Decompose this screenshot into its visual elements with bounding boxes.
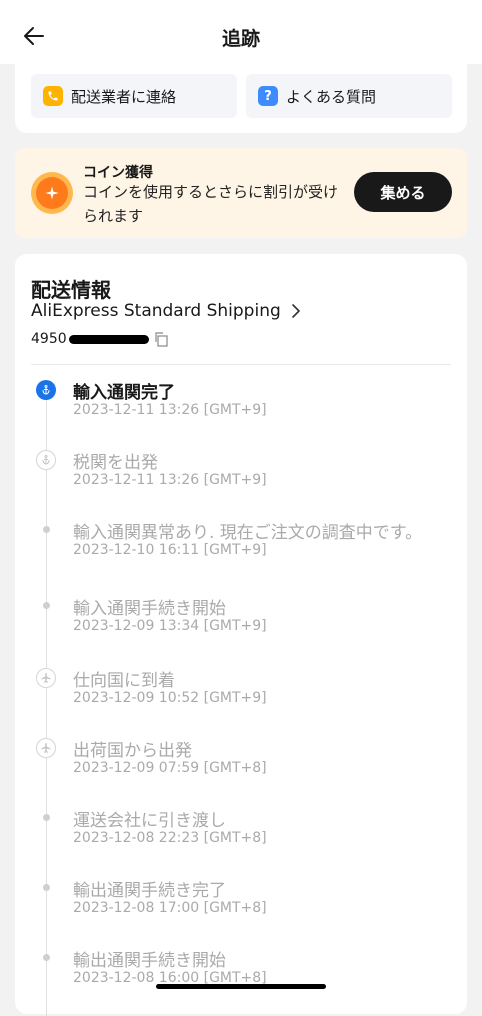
- event-time: 2023-12-08 22:23 [GMT+8]: [73, 830, 267, 846]
- event-time: 2023-12-11 13:26 [GMT+9]: [73, 402, 267, 418]
- event-time: 2023-12-09 13:34 [GMT+9]: [73, 618, 267, 634]
- top-bar: 追跡: [0, 0, 482, 64]
- tracking-prefix: 4950: [31, 331, 67, 347]
- faq-label: よくある質問: [286, 87, 377, 106]
- event-time: 2023-12-10 16:11 [GMT+9]: [73, 542, 267, 558]
- shipping-title: 配送情報: [31, 278, 111, 302]
- copy-icon[interactable]: [153, 331, 169, 347]
- event-title: 輸入通関手続き開始: [73, 599, 226, 619]
- contact-carrier-label: 配送業者に連絡: [71, 87, 177, 106]
- timeline-line: [46, 396, 47, 1016]
- timeline-dot: [43, 602, 50, 609]
- anchor-icon: [36, 450, 56, 470]
- coin-title: コイン獲得: [83, 165, 153, 181]
- event-title: 輸入通関完了: [73, 383, 175, 403]
- phone-icon: [43, 86, 63, 106]
- shipping-method-name: AliExpress Standard Shipping: [31, 301, 281, 321]
- page-title: 追跡: [221, 28, 260, 50]
- redacted-tracking: [68, 334, 149, 344]
- collect-coins-button[interactable]: 集める: [354, 172, 452, 212]
- shipping-method-link[interactable]: AliExpress Standard Shipping: [31, 301, 301, 321]
- coin-banner: コイン獲得 コインを使用するとさらに割引が受けられます 集める: [15, 148, 467, 238]
- plane-icon: [36, 738, 56, 758]
- coin-icon: [31, 172, 73, 214]
- anchor-icon: [36, 380, 56, 400]
- help-card: 配送業者に連絡 ? よくある質問: [15, 56, 467, 133]
- contact-carrier-button[interactable]: 配送業者に連絡: [31, 74, 237, 118]
- question-icon: ?: [258, 86, 278, 106]
- tracking-number: 4950: [31, 328, 169, 350]
- event-title: 輸出通関手続き完了: [73, 881, 226, 901]
- event-title: 輸入通関異常あり. 現在ご注文の調査中です。: [73, 523, 423, 543]
- event-time: 2023-12-08 17:00 [GMT+8]: [73, 900, 267, 916]
- timeline-dot: [43, 884, 50, 891]
- timeline-dot: [43, 814, 50, 821]
- event-title: 出荷国から出発: [73, 741, 192, 761]
- event-title: 税関を出発: [73, 453, 158, 473]
- faq-button[interactable]: ? よくある質問: [246, 74, 452, 118]
- event-title: 仕向国に到着: [73, 671, 175, 691]
- timeline-dot: [43, 526, 50, 533]
- event-time: 2023-12-11 13:26 [GMT+9]: [73, 472, 267, 488]
- divider: [31, 364, 451, 365]
- plane-icon: [36, 668, 56, 688]
- event-time: 2023-12-09 07:59 [GMT+8]: [73, 760, 267, 776]
- timeline-dot: [43, 954, 50, 961]
- chevron-right-icon: [291, 304, 300, 318]
- shipping-info-card: 配送情報 AliExpress Standard Shipping 4950 輸…: [15, 254, 467, 1016]
- event-title: 運送会社に引き渡し: [73, 811, 226, 831]
- coin-description: コインを使用するとさらに割引が受けられます: [83, 183, 339, 225]
- event-time: 2023-12-09 10:52 [GMT+9]: [73, 690, 267, 706]
- home-indicator: [156, 984, 326, 989]
- event-title: 輸出通関手続き開始: [73, 951, 226, 971]
